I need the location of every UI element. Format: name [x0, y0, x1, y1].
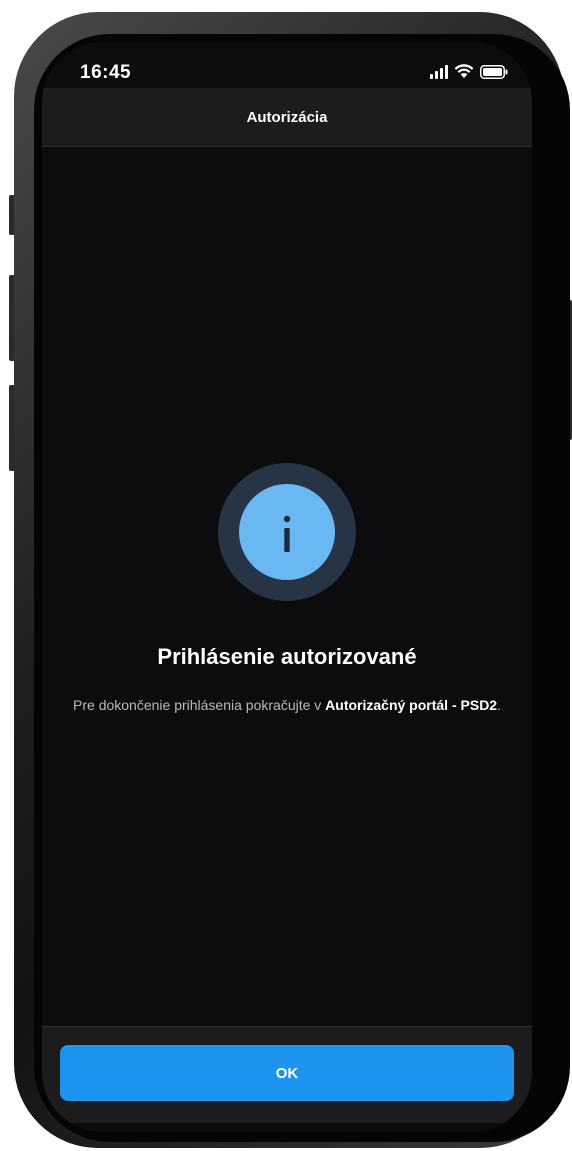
phone-screen: 16:45 Autorizácia Prihlásenie autorizova…: [42, 42, 532, 1132]
description-end: .: [497, 697, 501, 713]
info-icon-ring: [218, 463, 356, 601]
authorization-portal-name: Autorizačný portál - PSD2: [325, 697, 498, 713]
status-icons: [430, 64, 508, 79]
wifi-icon: [454, 64, 474, 79]
footer-bar: OK: [42, 1026, 532, 1123]
battery-icon: [480, 65, 508, 79]
cellular-signal-icon: [430, 65, 448, 79]
result-description: Pre dokončenie prihlásenia pokračujte v …: [50, 694, 524, 717]
page-title: Autorizácia: [246, 108, 328, 126]
status-time: 16:45: [80, 62, 132, 83]
page: 16:45 Autorizácia Prihlásenie autorizova…: [0, 0, 572, 1151]
info-icon: [239, 484, 335, 580]
ok-button[interactable]: OK: [60, 1045, 514, 1101]
description-text: Pre dokončenie prihlásenia pokračujte v: [73, 697, 326, 713]
navigation-header: Autorizácia: [42, 88, 532, 147]
result-title: Prihlásenie autorizované: [157, 644, 417, 669]
